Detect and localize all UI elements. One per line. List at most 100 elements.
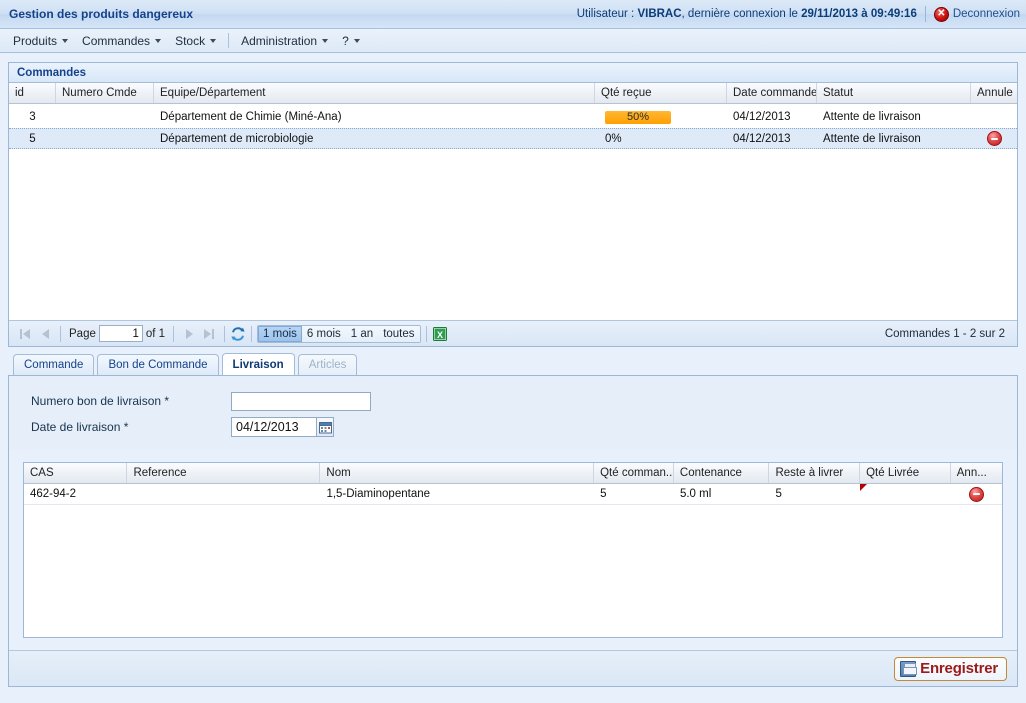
filter-option-toutes[interactable]: toutes <box>378 325 420 342</box>
menu-item-produits-label: Produits <box>13 33 58 48</box>
cell-cas: 462-94-2 <box>30 488 77 500</box>
menu-item-administration[interactable]: Administration <box>234 32 335 50</box>
menu-item-stock[interactable]: Stock <box>168 32 223 50</box>
toolbar-divider <box>251 325 253 342</box>
save-button[interactable]: Enregistrer <box>894 656 1007 681</box>
orders-panel: Commandes id Numero Cmde Equipe/Départem… <box>8 62 1018 347</box>
cancel-article-icon[interactable] <box>968 486 984 502</box>
page-number-input[interactable] <box>98 325 143 342</box>
chevron-down-icon <box>322 38 329 43</box>
column-header-numero-cmde[interactable]: Numero Cmde <box>56 83 154 103</box>
column-header-nom[interactable]: Nom <box>320 463 595 483</box>
column-header-cas[interactable]: CAS <box>24 463 128 483</box>
tab-livraison[interactable]: Livraison <box>221 353 295 375</box>
cell-contenance: 5.0 ml <box>679 488 712 500</box>
refresh-icon[interactable] <box>230 326 246 342</box>
cell-date-commande: 04/12/2013 <box>733 111 791 123</box>
cell-statut: Attente de livraison <box>823 111 921 123</box>
delivery-articles-grid: CAS Reference Nom Qté comman... Contenan… <box>23 462 1003 638</box>
column-header-reste-a-livrer[interactable]: Reste à livrer <box>769 463 861 483</box>
livraison-panel: Numero bon de livraison * Date de livrai… <box>8 375 1018 687</box>
cell-numero-cmde <box>56 107 154 127</box>
last-connection-label: , dernière connexion le <box>681 8 802 20</box>
user-session-info: Utilisateur : VIBRAC, dernière connexion… <box>577 6 1026 22</box>
next-page-icon[interactable] <box>179 324 199 344</box>
menu-divider <box>228 33 230 48</box>
menu-item-help-label: ? <box>342 33 349 48</box>
cell-id: 3 <box>29 111 36 123</box>
delivery-form: Numero bon de livraison * Date de livrai… <box>9 376 1017 450</box>
column-header-contenance[interactable]: Contenance <box>673 463 770 483</box>
chevron-down-icon <box>353 38 360 43</box>
dirty-cell-marker-icon <box>860 484 868 491</box>
articles-grid-header: CAS Reference Nom Qté comman... Contenan… <box>24 463 1002 484</box>
column-header-date-commande[interactable]: Date commande <box>727 83 817 103</box>
cell-annule <box>971 107 1017 127</box>
column-header-qte-recue[interactable]: Qté reçue <box>595 83 727 103</box>
menu-item-help[interactable]: ? <box>335 32 367 50</box>
column-header-reference[interactable]: Reference <box>127 463 321 483</box>
last-connection-datetime: 29/11/2013 à 09:49:16 <box>801 8 917 20</box>
prev-page-icon[interactable] <box>35 324 55 344</box>
user-name-label: VIBRAC <box>637 8 682 20</box>
cell-numero-cmde <box>56 129 154 148</box>
table-row[interactable]: 462-94-2 1,5-Diaminopentane 5 5.0 ml 5 <box>24 484 1002 505</box>
page-count-label: of 1 <box>145 327 166 340</box>
orders-panel-header: Commandes <box>9 63 1017 83</box>
close-circle-icon[interactable]: ✕ <box>933 6 949 22</box>
cell-qte-livree[interactable] <box>860 484 951 504</box>
column-header-id[interactable]: id <box>9 83 56 103</box>
orders-panel-title: Commandes <box>17 66 87 79</box>
date-range-filter-group: 1 mois 6 mois 1 an toutes <box>257 324 421 343</box>
column-header-annule[interactable]: Annule <box>971 83 1017 103</box>
date-livraison-input[interactable] <box>231 417 316 437</box>
form-row-date-livraison: Date de livraison * <box>31 414 1017 440</box>
date-livraison-field <box>231 417 334 437</box>
chevron-down-icon <box>155 38 162 43</box>
table-row[interactable]: 5 Département de microbiologie 0% 04/12/… <box>9 128 1017 149</box>
title-bar: Gestion des produits dangereux Utilisate… <box>0 0 1026 29</box>
bon-livraison-input[interactable] <box>231 391 371 411</box>
column-header-qte-commandee[interactable]: Qté comman... <box>594 463 674 483</box>
cell-reste-a-livrer: 5 <box>775 488 782 500</box>
column-header-qte-livree[interactable]: Qté Livrée <box>860 463 951 483</box>
cell-equipe-departement: Département de Chimie (Miné-Ana) <box>160 111 342 123</box>
menu-item-administration-label: Administration <box>241 33 318 48</box>
last-page-icon[interactable] <box>199 324 219 344</box>
first-page-icon[interactable] <box>15 324 35 344</box>
user-prefix-label: Utilisateur : <box>576 8 638 20</box>
menu-item-produits[interactable]: Produits <box>6 32 75 50</box>
tab-commande[interactable]: Commande <box>13 354 95 375</box>
cell-nom: 1,5-Diaminopentane <box>326 488 431 500</box>
tab-articles-label: Articles <box>308 359 347 371</box>
table-row[interactable]: 3 Département de Chimie (Miné-Ana) 50% 0… <box>9 107 1017 128</box>
calendar-icon[interactable] <box>316 417 334 437</box>
filter-option-1-an[interactable]: 1 an <box>345 325 379 342</box>
menu-item-commandes[interactable]: Commandes <box>75 32 168 50</box>
progress-badge: 50% <box>605 110 671 124</box>
cell-date-commande: 04/12/2013 <box>733 132 791 145</box>
filter-option-1-mois[interactable]: 1 mois <box>258 325 302 342</box>
page-label: Page <box>69 327 96 340</box>
tab-bon-de-commande[interactable]: Bon de Commande <box>97 354 219 375</box>
column-header-annule[interactable]: Ann... <box>950 463 1002 483</box>
records-summary-label: Commandes 1 - 2 sur 2 <box>884 327 1005 340</box>
tab-commande-label: Commande <box>24 359 84 371</box>
cell-id: 5 <box>29 132 36 145</box>
application-window: Gestion des produits dangereux Utilisate… <box>0 0 1026 703</box>
cell-qte-commandee: 5 <box>600 488 607 500</box>
page-title: Gestion des produits dangereux <box>9 7 194 21</box>
excel-export-icon[interactable]: X <box>432 325 449 342</box>
filter-option-6-mois[interactable]: 6 mois <box>301 325 346 342</box>
articles-grid-body: 462-94-2 1,5-Diaminopentane 5 5.0 ml 5 <box>24 484 1002 505</box>
toolbar-divider <box>224 325 226 342</box>
cell-annule <box>951 484 1002 504</box>
cancel-order-icon[interactable] <box>986 131 1002 146</box>
detail-tabstrip: Commande Bon de Commande Livraison Artic… <box>8 353 1018 375</box>
column-header-equipe-departement[interactable]: Equipe/Département <box>154 83 595 103</box>
pagination-toolbar: Page of 1 <box>9 320 1017 346</box>
tab-articles: Articles <box>297 354 358 375</box>
toolbar-divider <box>60 325 61 342</box>
logout-button[interactable]: Deconnexion <box>953 8 1020 20</box>
column-header-statut[interactable]: Statut <box>817 83 971 103</box>
